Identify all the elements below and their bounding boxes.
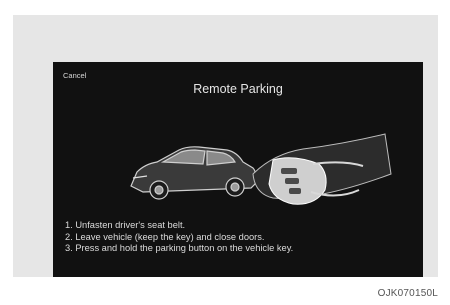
cancel-button[interactable]: Cancel: [63, 71, 86, 80]
figure-frame: Cancel Remote Parking 1. Unfasten driver…: [13, 15, 438, 277]
instruction-step: 3. Press and hold the parking button on …: [65, 243, 294, 253]
screen-title: Remote Parking: [193, 82, 283, 96]
hand-holding-key-icon: [252, 133, 392, 205]
instruction-step: 1. Unfasten driver's seat belt.: [65, 220, 186, 230]
instruction-step: 2. Leave vehicle (keep the key) and clos…: [65, 231, 265, 242]
instruction-list: 1. Unfasten driver's seat belt. 2. Leave…: [65, 220, 293, 255]
car-icon: [130, 146, 257, 200]
remote-parking-illustration: [130, 133, 392, 205]
display-screen: Cancel Remote Parking 1. Unfasten driver…: [53, 62, 423, 277]
figure-code: OJK070150L: [377, 288, 438, 299]
